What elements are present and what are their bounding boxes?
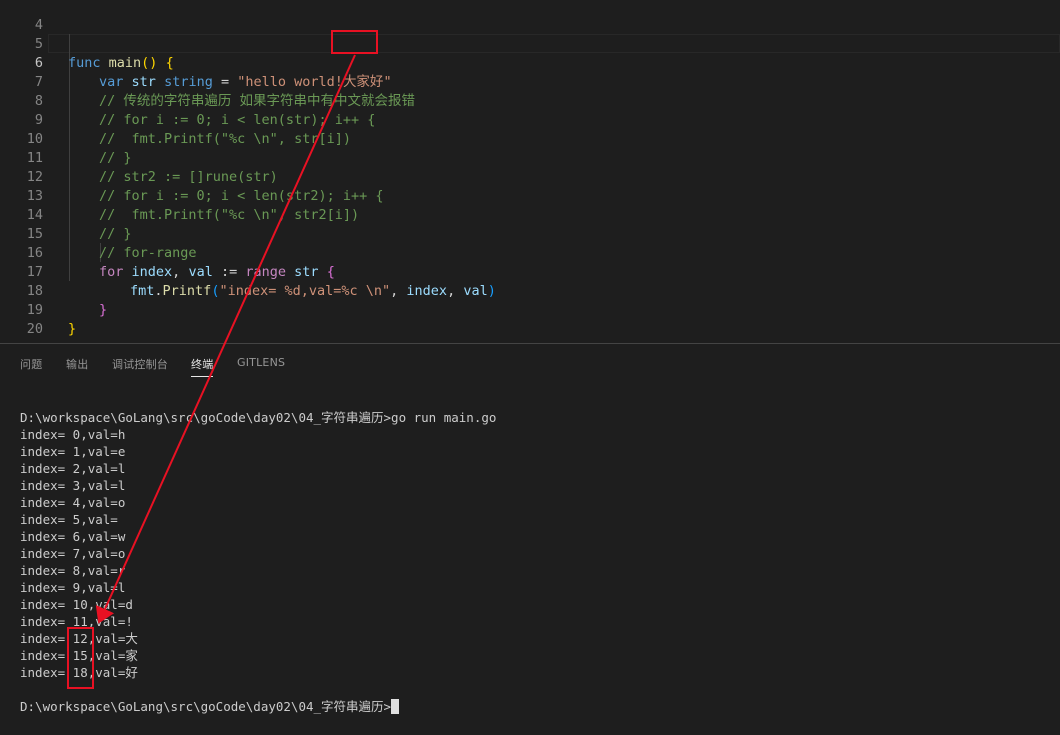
terminal-output-line: index= 5,val=	[20, 512, 126, 527]
annotation-box-chinese-chars	[331, 30, 378, 54]
terminal-output-line: index= 15,val=家	[20, 648, 138, 663]
terminal-cursor	[391, 699, 400, 714]
terminal-prompt-line: D:\workspace\GoLang\src\goCode\day02\04_…	[20, 698, 1050, 715]
code-line[interactable]: 12 // for i := 0; i < len(str2); i++ {	[0, 149, 1060, 204]
code-line[interactable]: 5 func main() {	[0, 16, 1060, 71]
tab-output[interactable]: 输出	[66, 356, 88, 372]
terminal-output-line: index= 7,val=o	[20, 546, 126, 561]
code-line[interactable]: 13 // fmt.Printf("%c \n", str2[i])	[0, 168, 1060, 223]
terminal-output-line: index= 11,val=!	[20, 614, 133, 629]
code-line[interactable]: 17 fmt.Printf("index= %d,val=%c \n", ind…	[0, 244, 1060, 299]
code-line[interactable]: 14 // }	[0, 187, 1060, 242]
tab-debug-console[interactable]: 调试控制台	[112, 356, 168, 372]
terminal-output-line: index= 10,val=d	[20, 597, 133, 612]
bracket: }	[68, 321, 77, 337]
code-line[interactable]: 18 }	[0, 263, 1060, 318]
terminal-output-line: index= 8,val=r	[20, 563, 126, 578]
code-line[interactable]: 15 // for-range	[0, 206, 1060, 261]
code-line[interactable]: 20	[0, 301, 1060, 337]
tab-problems[interactable]: 问题	[20, 356, 42, 372]
terminal-output-line: index= 18,val=好	[20, 665, 138, 680]
code-line[interactable]: 11 // str2 := []rune(str)	[0, 130, 1060, 185]
terminal-output-line: index= 4,val=o	[20, 495, 126, 510]
annotation-box-byte-indexes	[67, 627, 94, 689]
terminal-output-line: index= 1,val=e	[20, 444, 126, 459]
terminal-output-line: index= 2,val=l	[20, 461, 126, 476]
code-line[interactable]: 7 // 传统的字符串遍历 如果字符串中有中文就会报错	[0, 54, 1060, 109]
line-number: 20	[26, 321, 43, 337]
code-line[interactable]: 10 // }	[0, 111, 1060, 166]
terminal-output-line: index= 12,val=大	[20, 631, 138, 646]
code-line[interactable]: 6 var str string = "hello world!大家好"	[0, 35, 1060, 90]
terminal-output-line: index= 6,val=w	[20, 529, 126, 544]
code-line[interactable]: 4	[0, 0, 1060, 33]
terminal-output-line: index= 9,val=l	[20, 580, 126, 595]
terminal-output-line: index= 0,val=h	[20, 427, 126, 442]
code-line[interactable]: 19 }	[0, 282, 1060, 337]
terminal-command-line: D:\workspace\GoLang\src\goCode\day02\04_…	[20, 410, 497, 425]
tab-gitlens[interactable]: GITLENS	[237, 356, 285, 369]
code-line[interactable]: 16 for index, val := range str {	[0, 225, 1060, 280]
terminal-prompt: D:\workspace\GoLang\src\goCode\day02\04_…	[20, 699, 392, 714]
panel-tab-bar: 问题 输出 调试控制台 终端 GITLENS	[0, 344, 1060, 380]
tab-terminal[interactable]: 终端	[191, 356, 214, 377]
terminal-output[interactable]: D:\workspace\GoLang\src\goCode\day02\04_…	[20, 409, 1050, 715]
code-line[interactable]: 8 // for i := 0; i < len(str); i++ {	[0, 73, 1060, 128]
terminal-output-line: index= 3,val=l	[20, 478, 126, 493]
code-line[interactable]: 9 // fmt.Printf("%c \n", str[i])	[0, 92, 1060, 147]
code-editor[interactable]: 4 5 func main() { 6 var str string = "he…	[0, 0, 1060, 343]
